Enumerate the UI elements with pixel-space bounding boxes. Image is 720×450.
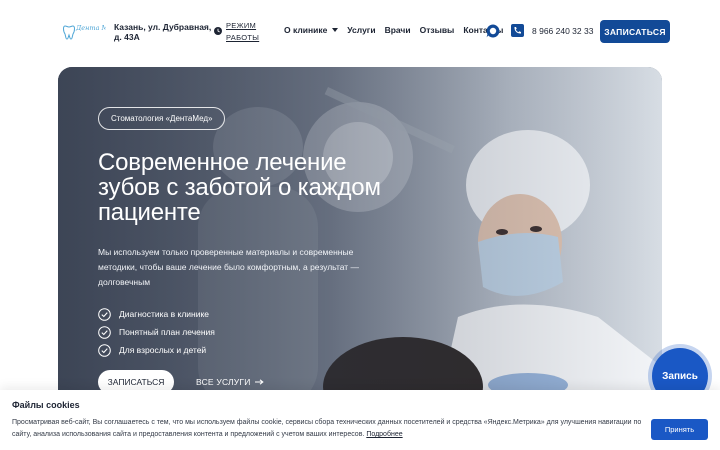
clinic-address: Казань, ул. Дубравная, д. 43А <box>114 22 212 42</box>
feature-label: Диагностика в клинике <box>119 309 210 319</box>
logo-text: Дента Мед <box>75 24 106 32</box>
working-hours[interactable]: РЕЖИМ РАБОТЫ <box>214 20 268 44</box>
nav-item-label: О клинике <box>284 25 328 35</box>
clock-icon <box>214 27 222 35</box>
working-hours-link[interactable]: РЕЖИМ РАБОТЫ <box>226 20 268 44</box>
site-header: Дента Мед Казань, ул. Дубравная, д. 43А … <box>0 0 720 62</box>
chat-icon[interactable] <box>486 24 500 38</box>
feature-label: Для взрослых и детей <box>119 345 207 355</box>
feature-label: Понятный план лечения <box>119 327 215 337</box>
all-services-link[interactable]: ВСЕ УСЛУГИ <box>196 377 264 387</box>
all-services-label: ВСЕ УСЛУГИ <box>196 377 251 387</box>
feature-item: Понятный план лечения <box>98 323 388 341</box>
feature-item: Для взрослых и детей <box>98 341 388 359</box>
check-circle-icon <box>98 343 111 357</box>
hero-title: Современное лечение зубов с заботой о ка… <box>98 149 381 226</box>
cookie-accept-button[interactable]: Принять <box>651 419 708 440</box>
main-nav: О клинике Услуги Врачи Отзывы Контакты <box>284 25 512 35</box>
chevron-down-icon <box>332 28 339 32</box>
nav-item-doctors[interactable]: Врачи <box>385 25 411 35</box>
hero-section: Стоматология «ДентаМед» Современное лече… <box>58 67 662 407</box>
cookie-title: Файлы cookies <box>12 400 80 410</box>
hero-description: Мы используем только проверенные материа… <box>98 247 360 287</box>
check-circle-icon <box>98 325 111 339</box>
arrow-right-icon <box>254 379 264 385</box>
cookie-text: Просматривая веб-сайт, Вы соглашаетесь с… <box>12 417 644 441</box>
hero-content: Стоматология «ДентаМед» Современное лече… <box>98 107 388 359</box>
feature-item: Диагностика в клинике <box>98 305 388 323</box>
check-circle-icon <box>98 307 111 321</box>
phone-icon[interactable] <box>511 24 524 37</box>
nav-item-about[interactable]: О клинике <box>284 25 339 35</box>
features-list: Диагностика в клинике Понятный план лече… <box>98 305 388 359</box>
cookie-more-link[interactable]: Подробнее <box>366 431 402 438</box>
nav-item-services[interactable]: Услуги <box>347 25 375 35</box>
cookie-banner: Файлы cookies Просматривая веб-сайт, Вы … <box>0 390 720 450</box>
logo[interactable]: Дента Мед <box>62 20 106 42</box>
header-signup-button[interactable]: ЗАПИСАТЬСЯ <box>600 20 670 43</box>
clinic-badge: Стоматология «ДентаМед» <box>98 107 226 130</box>
phone-number[interactable]: 8 966 240 32 33 <box>532 26 593 36</box>
cookie-message: Просматривая веб-сайт, Вы соглашаетесь с… <box>12 419 642 438</box>
nav-item-reviews[interactable]: Отзывы <box>420 25 455 35</box>
